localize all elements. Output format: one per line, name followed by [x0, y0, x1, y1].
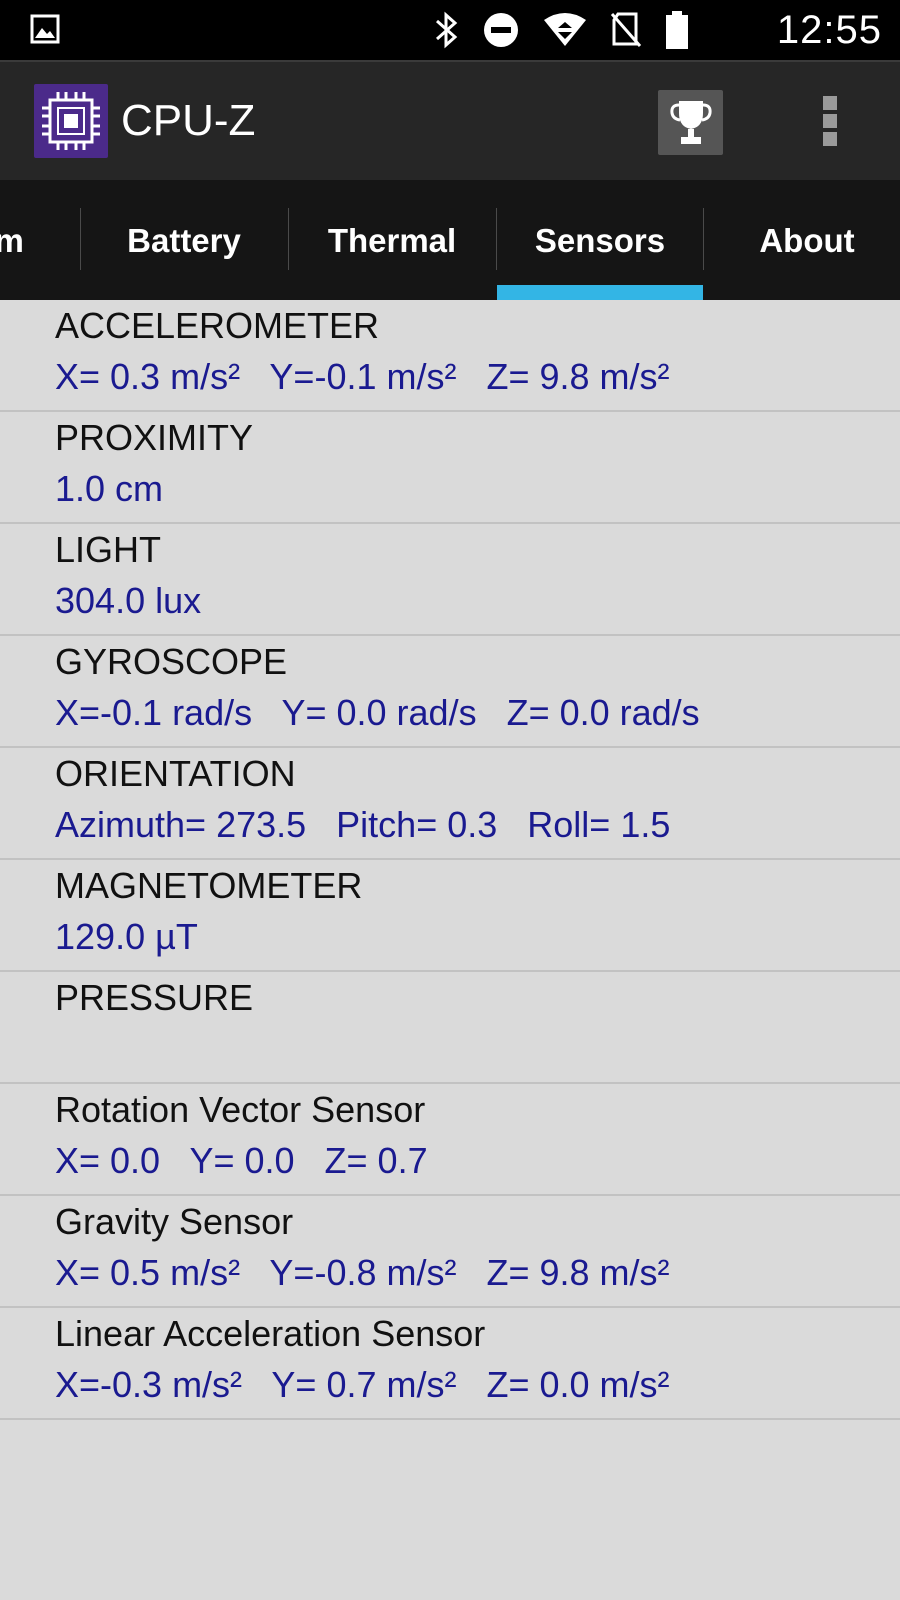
no-sim-icon	[610, 12, 642, 47]
sensor-name: Linear Acceleration Sensor	[55, 1313, 486, 1354]
sensor-row-magnetometer: MAGNETOMETER 129.0 µT	[0, 860, 900, 972]
trophy-icon	[669, 100, 712, 144]
do-not-disturb-icon	[484, 13, 518, 47]
overflow-menu-icon	[823, 96, 837, 110]
cpu-chip-icon	[34, 84, 108, 158]
sensor-value: X= 0.0 Y= 0.0 Z= 0.7	[55, 1140, 428, 1181]
sensor-name: PROXIMITY	[55, 417, 254, 458]
sensor-value: X= 0.5 m/s² Y=-0.8 m/s² Z= 9.8 m/s²	[55, 1252, 670, 1293]
sensor-value: Azimuth= 273.5 Pitch= 0.3 Roll= 1.5	[55, 804, 671, 845]
sensor-value: 304.0 lux	[55, 580, 202, 621]
sensor-row-pressure: PRESSURE	[0, 972, 900, 1084]
app-title: CPU-Z	[121, 96, 256, 145]
sensor-row-linear-acceleration: Linear Acceleration Sensor X=-0.3 m/s² Y…	[0, 1308, 900, 1420]
sensor-value: X=-0.3 m/s² Y= 0.7 m/s² Z= 0.0 m/s²	[55, 1364, 670, 1405]
sensor-row-light: LIGHT 304.0 lux	[0, 524, 900, 636]
status-bar: 12:55	[0, 0, 900, 60]
sensor-value: X=-0.1 rad/s Y= 0.0 rad/s Z= 0.0 rad/s	[55, 692, 700, 733]
sensor-name: LIGHT	[55, 529, 162, 570]
sensor-name: GYROSCOPE	[55, 641, 288, 682]
sensor-row-accelerometer: ACCELEROMETER X= 0.3 m/s² Y=-0.1 m/s² Z=…	[0, 300, 900, 412]
overflow-menu-icon-dot	[823, 132, 837, 146]
sensor-row-gyroscope: GYROSCOPE X=-0.1 rad/s Y= 0.0 rad/s Z= 0…	[0, 636, 900, 748]
wifi-icon	[544, 13, 586, 46]
sensor-row-proximity: PROXIMITY 1.0 cm	[0, 412, 900, 524]
battery-icon	[666, 11, 688, 49]
bluetooth-icon	[436, 11, 458, 49]
sensor-name: PRESSURE	[55, 977, 254, 1018]
sensor-name: ACCELEROMETER	[55, 305, 380, 346]
sensor-row-gravity: Gravity Sensor X= 0.5 m/s² Y=-0.8 m/s² Z…	[0, 1196, 900, 1308]
selected-tab-indicator	[497, 285, 703, 300]
sensor-value: 129.0 µT	[55, 916, 198, 957]
sensor-list: ACCELEROMETER X= 0.3 m/s² Y=-0.1 m/s² Z=…	[0, 300, 900, 1420]
sensor-value: 1.0 cm	[55, 468, 164, 509]
tab-battery[interactable]: Battery	[81, 180, 287, 300]
overflow-menu-button[interactable]	[810, 92, 850, 152]
sensor-name: MAGNETOMETER	[55, 865, 363, 906]
sensor-name: Gravity Sensor	[55, 1201, 294, 1242]
tab-bar: em Battery Thermal Sensors About	[0, 180, 900, 300]
app-bar: CPU-Z	[0, 60, 900, 180]
sensor-row-orientation: ORIENTATION Azimuth= 273.5 Pitch= 0.3 Ro…	[0, 748, 900, 860]
sensor-value: X= 0.3 m/s² Y=-0.1 m/s² Z= 9.8 m/s²	[55, 356, 670, 397]
overflow-menu-icon-dot	[823, 114, 837, 128]
status-time: 12:55	[776, 8, 882, 52]
gallery-icon	[30, 14, 60, 44]
tab-thermal[interactable]: Thermal	[289, 180, 495, 300]
tab-sensors[interactable]: Sensors	[497, 180, 703, 300]
sensor-row-rotation-vector: Rotation Vector Sensor X= 0.0 Y= 0.0 Z= …	[0, 1084, 900, 1196]
sensor-name: Rotation Vector Sensor	[55, 1089, 426, 1130]
sensor-name: ORIENTATION	[55, 753, 296, 794]
tab-about[interactable]: About	[704, 180, 900, 300]
trophy-button[interactable]	[658, 90, 723, 155]
